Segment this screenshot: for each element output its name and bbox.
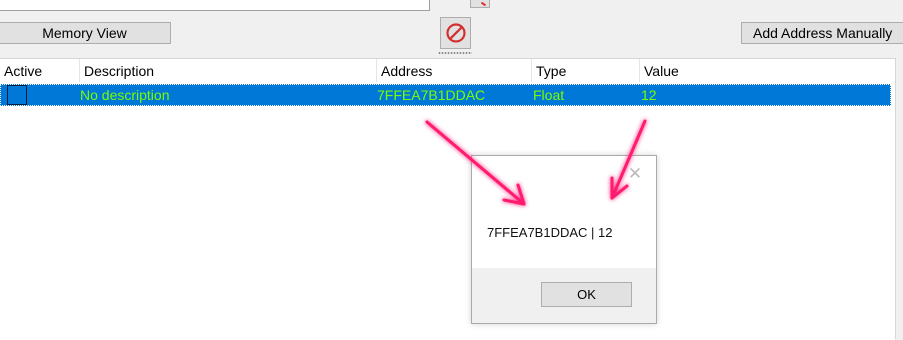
memory-view-button[interactable]: Memory View xyxy=(0,22,171,44)
active-checkbox[interactable] xyxy=(7,85,27,105)
splitter-handle[interactable] xyxy=(438,52,472,54)
column-header-value[interactable]: Value xyxy=(640,59,895,82)
dialog-footer: OK xyxy=(472,268,656,323)
clear-list-button[interactable] xyxy=(440,17,471,49)
ok-button[interactable]: OK xyxy=(541,282,632,307)
search-value-input[interactable] xyxy=(0,0,430,11)
column-header-description[interactable]: Description xyxy=(80,59,377,82)
row-address: 7FFEA7B1DDAC xyxy=(377,87,486,103)
row-value: 12 xyxy=(641,87,657,103)
message-dialog: ✕ 7FFEA7B1DDAC | 12 OK xyxy=(471,155,657,324)
column-header-type[interactable]: Type xyxy=(532,59,640,82)
add-address-manually-button[interactable]: Add Address Manually xyxy=(741,22,903,44)
address-list-header: Active Description Address Type Value xyxy=(0,59,895,82)
row-type: Float xyxy=(533,87,565,103)
vertical-scrollbar[interactable] xyxy=(895,58,903,339)
address-list[interactable]: Active Description Address Type Value No… xyxy=(0,58,895,340)
column-header-address[interactable]: Address xyxy=(377,59,532,82)
close-icon[interactable]: ✕ xyxy=(627,165,643,182)
column-header-active[interactable]: Active xyxy=(0,59,80,82)
dialog-message: 7FFEA7B1DDAC | 12 xyxy=(487,225,613,240)
no-entry-icon xyxy=(445,23,466,43)
table-row[interactable]: No description 7FFEA7B1DDAC Float 12 xyxy=(0,84,891,106)
row-description: No description xyxy=(80,87,170,103)
search-icon xyxy=(480,1,487,7)
search-button[interactable] xyxy=(470,0,490,8)
